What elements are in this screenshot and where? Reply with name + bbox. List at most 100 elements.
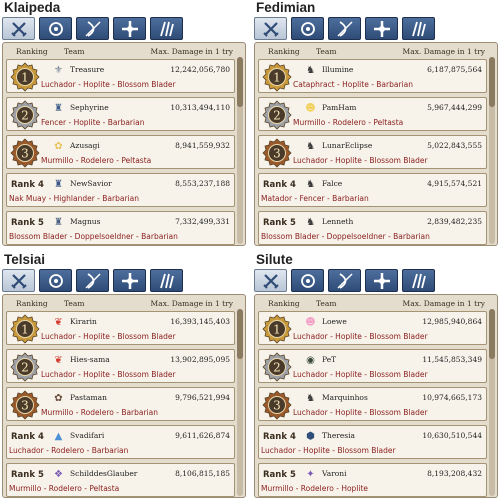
ranking-row-4[interactable]: Rank 4 ♞ Falce 4,915,574,521 Matador - F… xyxy=(258,173,487,207)
tab-archer[interactable] xyxy=(328,17,361,40)
rank-number: 3 xyxy=(21,399,29,413)
header-damage: Max. Damage in 1 try xyxy=(150,47,233,56)
tab-wizard[interactable] xyxy=(291,17,324,40)
team-classes: Luchador - Hoplite - Blossom Blader xyxy=(293,156,428,165)
max-damage: 5,967,444,299 xyxy=(427,103,482,112)
tab-swordsman[interactable] xyxy=(2,269,35,292)
scroll-thumb[interactable] xyxy=(237,57,243,107)
tab-cleric[interactable] xyxy=(113,17,146,40)
header-damage: Max. Damage in 1 try xyxy=(402,47,485,56)
ranking-row-4[interactable]: Rank 4 ⬢ Theresia 10,630,510,544 Luchado… xyxy=(258,425,487,459)
max-damage: 2,839,482,235 xyxy=(427,217,482,226)
max-damage: 11,545,853,349 xyxy=(422,355,482,364)
rank-label: Rank 4 xyxy=(263,180,296,190)
tab-cleric[interactable] xyxy=(365,269,398,292)
tab-cleric[interactable] xyxy=(365,17,398,40)
ranking-panel: Ranking Team Max. Damage in 1 try 1 ☻ Lo… xyxy=(254,294,498,498)
scroll-thumb[interactable] xyxy=(489,57,495,107)
team-name: Pastaman xyxy=(70,393,107,402)
tab-scout[interactable] xyxy=(402,17,435,40)
scroll-thumb[interactable] xyxy=(237,309,243,359)
ranking-row-5[interactable]: Rank 5 ♞ Lenneth 2,839,482,235 Blossom B… xyxy=(258,211,487,245)
rank-number: 2 xyxy=(273,361,281,375)
scrollbar[interactable] xyxy=(237,57,243,244)
tab-wizard[interactable] xyxy=(291,269,324,292)
team-classes: Luchador - Hoplite - Blossom Blader xyxy=(41,80,176,89)
ranking-row-2[interactable]: 2 ♜ Sephyrine 10,313,494,110 Fencer - Ho… xyxy=(6,97,235,131)
server-title: Telsiai xyxy=(4,252,46,267)
server-panel-telsiai: Telsiai Ranking Team Max. Damage in 1 tr… xyxy=(2,252,246,499)
team-emblem-icon: ♞ xyxy=(306,65,315,76)
server-title: Silute xyxy=(256,252,293,267)
header-damage: Max. Damage in 1 try xyxy=(402,299,485,308)
team-classes: Luchador - Hoplite - Blossom Blader xyxy=(293,408,428,417)
ranking-row-3[interactable]: 3 ♞ Marquinhos 10,974,665,173 Luchador -… xyxy=(258,387,487,421)
ranking-row-3[interactable]: 3 ✿ Azusagi 8,941,559,932 Murmillo - Rod… xyxy=(6,135,235,169)
tab-scout[interactable] xyxy=(402,269,435,292)
team-name: NewSavior xyxy=(70,179,112,188)
tab-archer[interactable] xyxy=(76,269,109,292)
bow-icon xyxy=(84,20,101,37)
ranking-row-2[interactable]: 2 ◉ PeT 11,545,853,349 Luchador - Hoplit… xyxy=(258,349,487,383)
class-tabs xyxy=(2,269,246,293)
rank-number: 3 xyxy=(21,147,29,161)
swords-icon xyxy=(10,273,27,289)
server-title: Klaipeda xyxy=(4,0,61,15)
cross-icon xyxy=(121,272,138,289)
rank-label: Rank 5 xyxy=(263,218,296,228)
ranking-row-3[interactable]: 3 ♞ LunarEclipse 5,022,843,555 Luchador … xyxy=(258,135,487,169)
team-classes: Blossom Blader - Doppelsoeldner - Barbar… xyxy=(9,232,178,241)
ranking-row-1[interactable]: 1 ⚜ Treasure 12,242,056,780 Luchador - H… xyxy=(6,59,235,93)
max-damage: 4,915,574,521 xyxy=(427,179,482,188)
ranking-row-3[interactable]: 3 ✿ Pastaman 9,796,521,994 Murmillo - Ro… xyxy=(6,387,235,421)
header-team: Team xyxy=(316,47,337,56)
tab-swordsman[interactable] xyxy=(254,17,287,40)
scrollbar[interactable] xyxy=(237,309,243,496)
tab-cleric[interactable] xyxy=(113,269,146,292)
ranking-row-1[interactable]: 1 ♞ Illumine 6,187,875,564 Cataphract - … xyxy=(258,59,487,93)
team-classes: Blossom Blader - Doppelsoeldner - Barbar… xyxy=(261,232,430,241)
team-emblem-icon: ♞ xyxy=(306,179,315,190)
team-name: Loewe xyxy=(322,317,347,326)
scroll-thumb[interactable] xyxy=(489,309,495,359)
ranking-row-5[interactable]: Rank 5 ✦ Varoni 8,193,208,432 Murmillo -… xyxy=(258,463,487,497)
team-name: PeT xyxy=(322,355,337,364)
ranking-row-1[interactable]: 1 ❦ Kirarin 16,393,145,403 Luchador - Ho… xyxy=(6,311,235,345)
thief-icon xyxy=(411,273,426,288)
max-damage: 16,393,145,403 xyxy=(170,317,230,326)
ranking-row-5[interactable]: Rank 5 ❖ SchilddesGlauber 8,106,815,185 … xyxy=(6,463,235,497)
wizard-icon xyxy=(300,21,315,36)
tab-scout[interactable] xyxy=(150,17,183,40)
ranking-row-4[interactable]: Rank 4 ▲ Svadifari 9,611,626,874 Luchado… xyxy=(6,425,235,459)
rank-medal-icon: 3 xyxy=(262,390,292,420)
tab-wizard[interactable] xyxy=(39,269,72,292)
tab-scout[interactable] xyxy=(150,269,183,292)
swords-icon xyxy=(10,21,27,37)
max-damage: 8,553,237,188 xyxy=(175,179,230,188)
header-team: Team xyxy=(64,47,85,56)
tab-archer[interactable] xyxy=(76,17,109,40)
rank-number: 1 xyxy=(21,71,29,85)
ranking-row-2[interactable]: 2 ❦ Hies-sama 13,902,895,095 Luchador - … xyxy=(6,349,235,383)
team-classes: Luchador - Rodelero - Barbarian xyxy=(9,446,129,455)
tab-wizard[interactable] xyxy=(39,17,72,40)
ranking-row-1[interactable]: 1 ☻ Loewe 12,985,940,864 Luchador - Hopl… xyxy=(258,311,487,345)
tab-swordsman[interactable] xyxy=(2,17,35,40)
scrollbar[interactable] xyxy=(489,57,495,244)
rank-medal-icon: 2 xyxy=(262,100,292,130)
max-damage: 10,974,665,173 xyxy=(422,393,482,402)
team-classes: Luchador - Hoplite - Blossom Blader xyxy=(293,370,428,379)
ranking-row-2[interactable]: 2 ☻ PamHam 5,967,444,299 Murmillo - Rode… xyxy=(258,97,487,131)
scrollbar[interactable] xyxy=(489,309,495,496)
ranking-row-4[interactable]: Rank 4 ♜ NewSavior 8,553,237,188 Nak Mua… xyxy=(6,173,235,207)
swords-icon xyxy=(262,21,279,37)
tab-swordsman[interactable] xyxy=(254,269,287,292)
team-emblem-icon: ✿ xyxy=(54,141,63,152)
tab-archer[interactable] xyxy=(328,269,361,292)
team-name: Treasure xyxy=(70,65,105,74)
team-name: PamHam xyxy=(322,103,357,112)
rank-label: Rank 4 xyxy=(263,432,296,442)
ranking-row-5[interactable]: Rank 5 ♜ Magnus 7,332,499,331 Blossom Bl… xyxy=(6,211,235,245)
team-emblem-icon: ⬢ xyxy=(306,431,315,442)
team-classes: Murmillo - Rodelero - Peltasta xyxy=(9,484,120,493)
